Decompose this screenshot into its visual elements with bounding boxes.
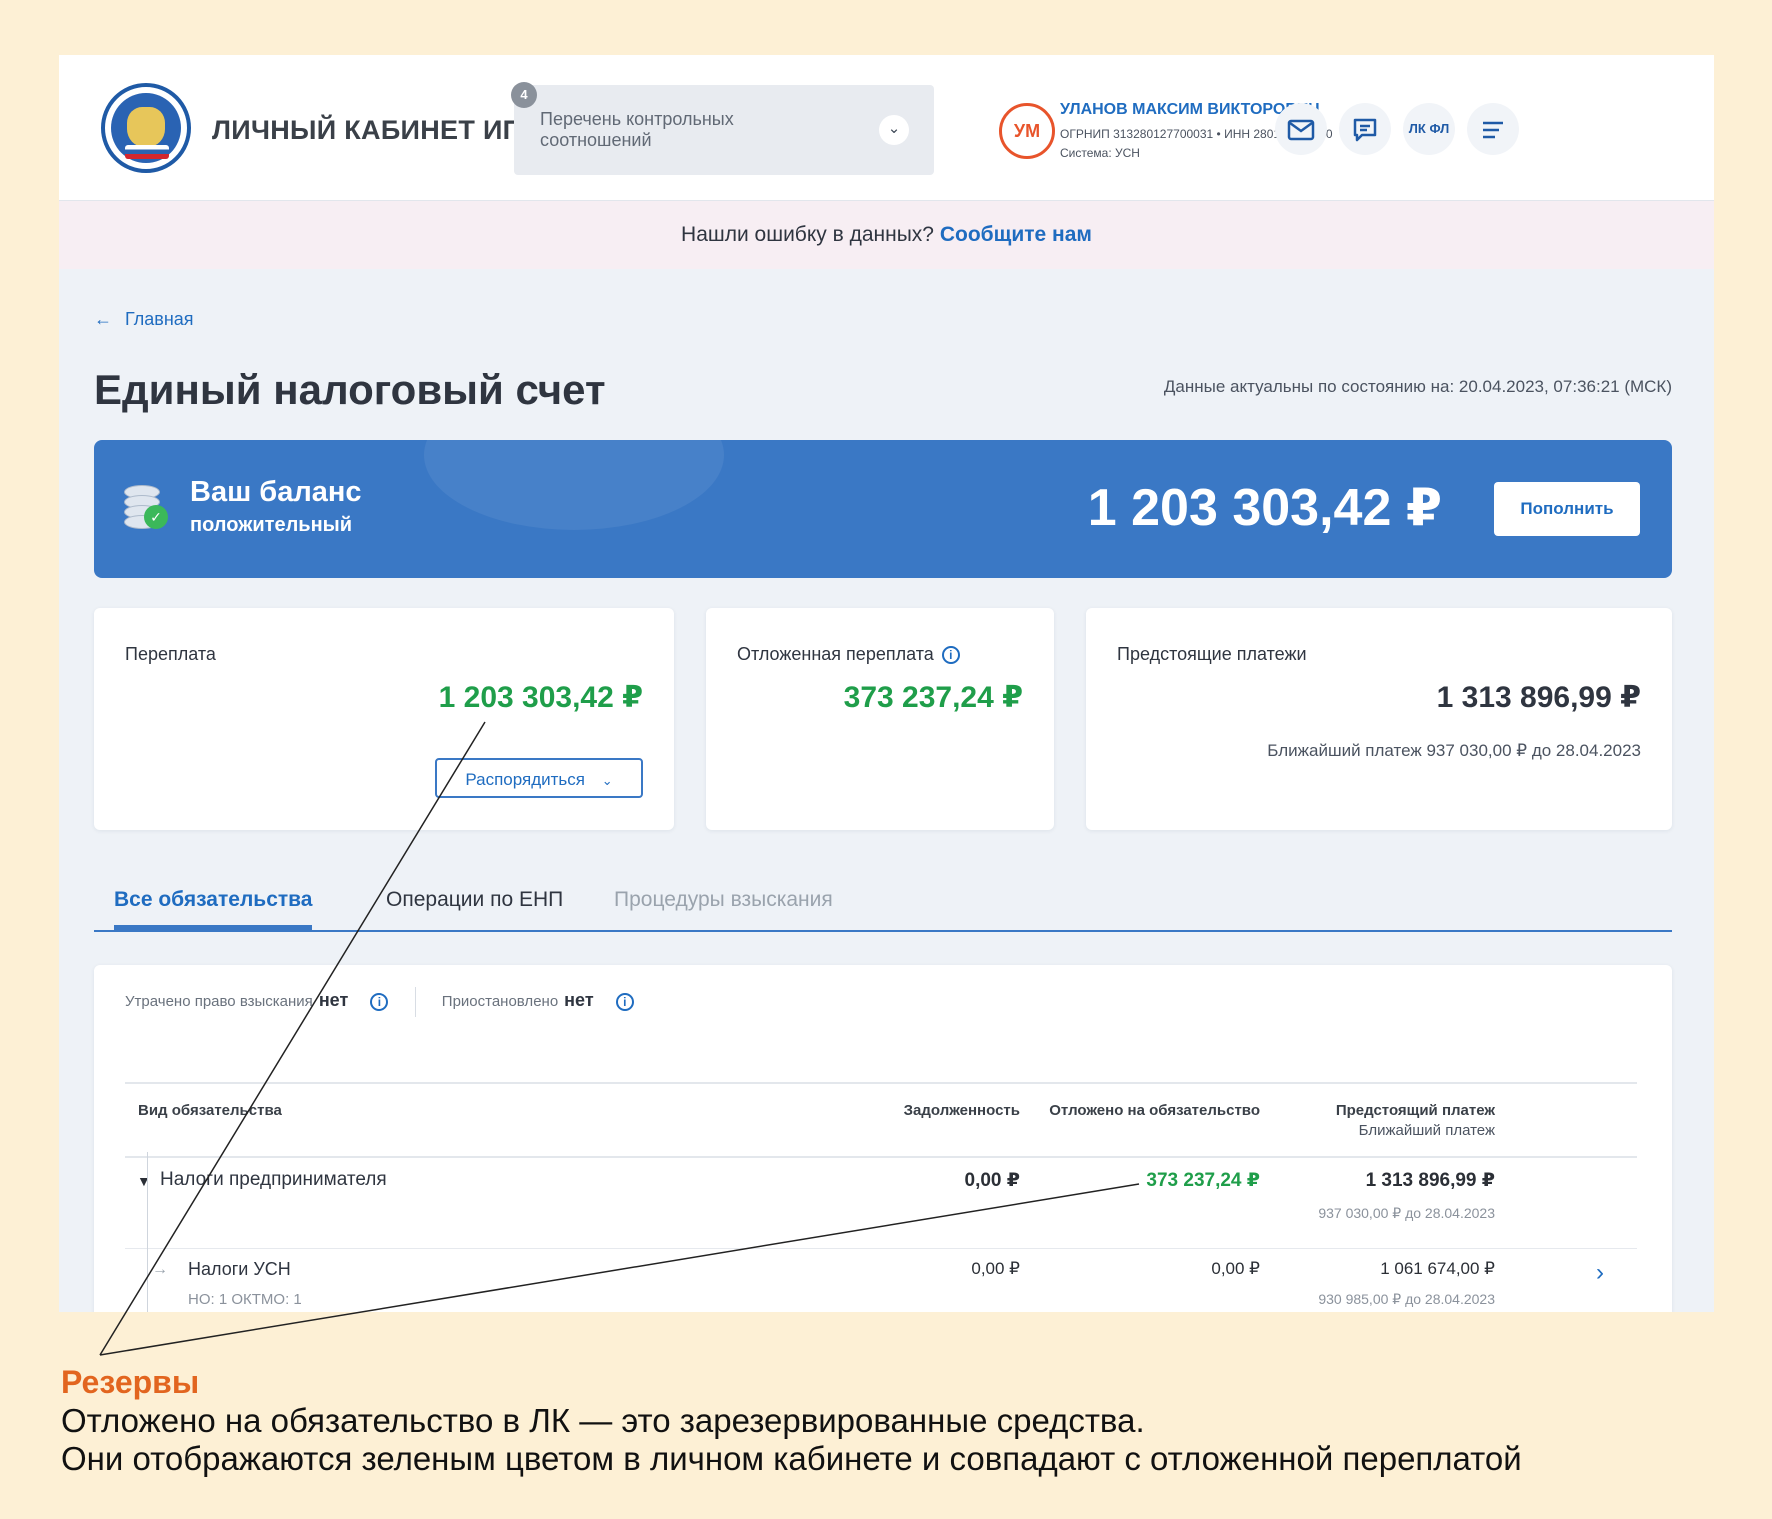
chat-button[interactable] <box>1339 103 1391 155</box>
column-debt: Задолженность <box>903 1102 1020 1119</box>
upcoming-label: Предстоящие платежи <box>1117 644 1307 664</box>
row-nearest: 937 030,00 ₽ до 28.04.2023 <box>1318 1205 1495 1221</box>
caret-down-icon[interactable]: ▼ <box>137 1173 151 1189</box>
row-debt: 0,00 ₽ <box>971 1259 1020 1278</box>
tab-recovery-procedures[interactable]: Процедуры взыскания <box>614 888 833 912</box>
ratios-select-value: Перечень контрольных соотношений <box>540 109 734 150</box>
balance-panel: ✓ Ваш баланс положительный 1 203 303,42 … <box>94 440 1672 578</box>
header: ЛИЧНЫЙ КАБИНЕТ ИП Перечень контрольных с… <box>59 55 1714 201</box>
eagle-emblem-icon <box>127 107 165 147</box>
info-icon[interactable]: i <box>941 646 960 665</box>
page-title: Единый налоговый счет <box>94 366 606 413</box>
overpayment-label: Переплата <box>125 644 216 664</box>
row-reserved: 0,00 ₽ <box>1211 1259 1260 1278</box>
chat-icon <box>1353 118 1377 141</box>
flag-ribbon-icon <box>125 145 169 159</box>
user-tax-system: Система: УСН <box>1060 146 1140 160</box>
balance-amount: 1 203 303,42 ₽ <box>1087 479 1442 537</box>
avatar[interactable]: УМ <box>999 103 1055 159</box>
ratios-select[interactable]: Перечень контрольных соотношений ⌄ <box>514 85 934 175</box>
deferred-label-text: Отложенная переплата <box>737 644 934 664</box>
row-nearest: 930 985,00 ₽ до 28.04.2023 <box>1318 1291 1495 1307</box>
menu-button[interactable] <box>1467 103 1519 155</box>
overpayment-amount: 1 203 303,42 ₽ <box>438 681 643 714</box>
row-upcoming: 1 061 674,00 ₽ <box>1380 1259 1495 1278</box>
suspended-value: нет <box>564 989 594 1010</box>
dispose-dropdown[interactable]: Распорядиться ⌄ <box>435 758 643 798</box>
mail-icon <box>1287 119 1315 140</box>
row-debt: 0,00 ₽ <box>964 1170 1020 1191</box>
lost-right-value: нет <box>318 989 349 1010</box>
banner-text: Нашли ошибку в данных? <box>681 223 934 246</box>
balance-title: Ваш баланс <box>190 476 362 508</box>
upcoming-amount: 1 313 896,99 ₽ <box>1436 681 1641 714</box>
deferred-label: Отложенная переплата i <box>737 644 960 665</box>
row-upcoming: 1 313 896,99 ₽ <box>1365 1170 1495 1191</box>
obligations-table: Вид обязательства Задолженность Отложено… <box>125 1082 1637 1158</box>
brand-title: ЛИЧНЫЙ КАБИНЕТ ИП <box>212 115 523 145</box>
screenshot-frame: ЛИЧНЫЙ КАБИНЕТ ИП Перечень контрольных с… <box>59 55 1714 1312</box>
column-upcoming: Предстоящий платеж <box>1335 1102 1495 1119</box>
tabs: Все обязательства Операции по ЕНП Процед… <box>94 888 1672 932</box>
obligations-panel: Утрачено право взыскания нет i Приостанов… <box>94 965 1672 1312</box>
info-icon[interactable]: i <box>615 993 634 1011</box>
tab-all-obligations[interactable]: Все обязательства <box>114 888 313 931</box>
suspended-label: Приостановлено <box>441 992 559 1010</box>
lk-fl-button[interactable]: ЛК ФЛ <box>1403 103 1455 155</box>
lost-right-label: Утрачено право взыскания <box>125 992 313 1010</box>
error-report-banner: Нашли ошибку в данных? Сообщите нам <box>59 201 1714 269</box>
tree-branch-icon: → <box>152 1261 168 1278</box>
next-payment: Ближайший платеж 937 030,00 ₽ до 28.04.2… <box>1267 741 1641 760</box>
divider <box>414 987 416 1017</box>
ratios-count-badge: 4 <box>511 82 537 108</box>
info-icon[interactable]: i <box>370 993 389 1011</box>
mail-button[interactable] <box>1275 103 1327 155</box>
row-name: Налоги предпринимателя <box>160 1169 387 1190</box>
row-name: Налоги УСН <box>188 1259 291 1279</box>
breadcrumb-home[interactable]: Главная <box>125 309 194 329</box>
data-timestamp: Данные актуальны по состоянию на: 20.04.… <box>1163 377 1672 396</box>
upcoming-payments-card: Предстоящие платежи 1 313 896,99 ₽ Ближа… <box>1086 608 1672 830</box>
table-header: Вид обязательства Задолженность Отложено… <box>125 1082 1637 1158</box>
chevron-down-icon: ⌄ <box>601 773 613 788</box>
status-flags: Утрачено право взыскания нет i Приостанов… <box>125 987 634 1017</box>
overpayment-card: Переплата 1 203 303,42 ₽ Распорядиться ⌄ <box>94 608 674 830</box>
dispose-label: Распорядиться <box>465 770 585 789</box>
deferred-overpayment-card: Отложенная переплата i 373 237,24 ₽ <box>706 608 1054 830</box>
tree-connector <box>147 1152 148 1312</box>
column-type: Вид обязательства <box>138 1102 282 1119</box>
note-line-2: Они отображаются зеленым цветом в личном… <box>61 1440 1522 1477</box>
report-error-link[interactable]: Сообщите нам <box>940 223 1092 246</box>
breadcrumb[interactable]: ← Главная <box>94 309 194 330</box>
deferred-amount: 373 237,24 ₽ <box>843 681 1023 714</box>
fns-logo[interactable] <box>101 83 191 173</box>
coins-check-icon: ✓ <box>124 483 168 529</box>
refill-button[interactable]: Пополнить <box>1494 482 1640 536</box>
arrow-left-icon: ← <box>94 309 112 329</box>
note-heading: Резервы <box>61 1364 200 1400</box>
row-divider <box>125 1248 1637 1249</box>
column-nearest: Ближайший платеж <box>1358 1122 1495 1139</box>
balance-decor <box>424 440 724 530</box>
tab-enp-operations[interactable]: Операции по ЕНП <box>386 888 563 912</box>
note-line-1: Отложено на обязательство в ЛК — это зар… <box>61 1402 1145 1439</box>
balance-status: положительный <box>190 514 353 536</box>
chevron-down-icon[interactable]: ⌄ <box>879 115 909 145</box>
chevron-right-icon[interactable]: › <box>1596 1259 1604 1287</box>
row-meta: НО: 1 ОКТМО: 1 <box>188 1291 302 1308</box>
column-reserved: Отложено на обязательство <box>1049 1102 1260 1119</box>
row-reserved: 373 237,24 ₽ <box>1146 1170 1260 1191</box>
menu-icon <box>1483 121 1503 138</box>
